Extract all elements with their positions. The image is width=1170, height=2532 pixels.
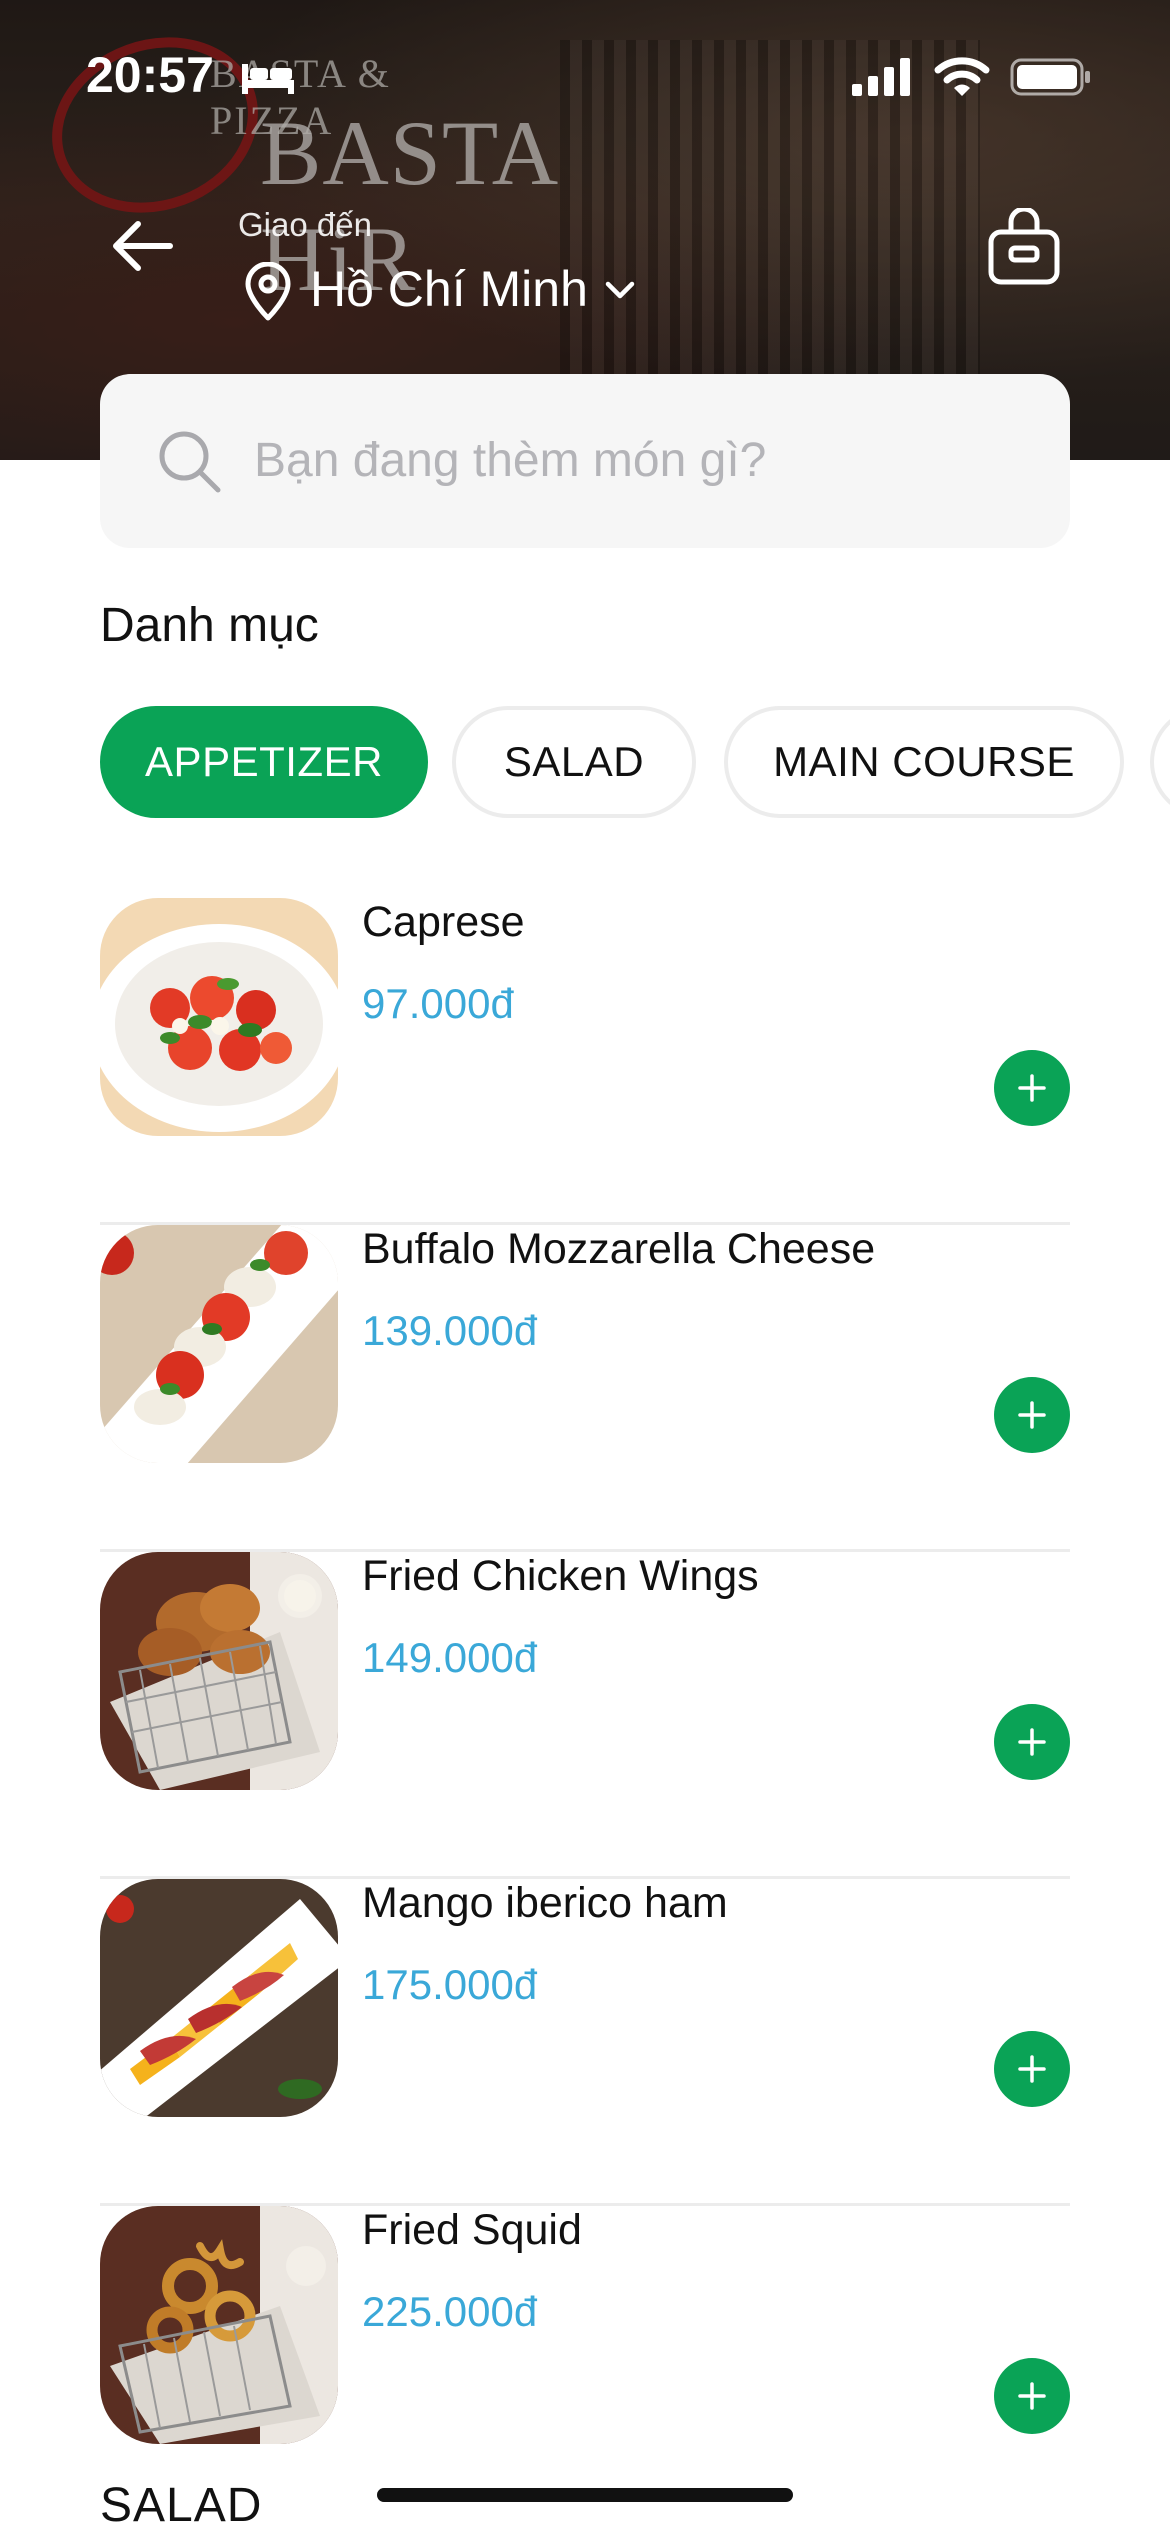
plus-icon [1018,1728,1046,1756]
search-bar[interactable] [100,374,1070,548]
add-to-cart-button[interactable] [994,1050,1070,1126]
item-price: 97.000đ [362,980,514,1027]
fried-squid-photo [100,2206,338,2444]
status-time: 20:57 [86,47,214,103]
location-pin-icon [245,262,291,321]
item-name: Buffalo Mozzarella Cheese [362,1225,876,1273]
add-to-cart-button[interactable] [994,1704,1070,1780]
add-to-cart-button[interactable] [994,2031,1070,2107]
menu-item[interactable]: Buffalo Mozzarella Cheese 139.000đ [100,1225,1070,1552]
category-title: Danh mục [100,599,319,652]
mozzarella-photo [100,1225,338,1463]
search-input[interactable] [254,410,1034,510]
battery-icon [1010,58,1090,96]
add-to-cart-button[interactable] [994,2358,1070,2434]
caprese-photo [100,898,338,1136]
location-selector[interactable]: Hồ Chí Minh [310,260,588,318]
item-name: Fried Chicken Wings [362,1552,759,1600]
add-to-cart-button[interactable] [994,1377,1070,1453]
search-icon [159,431,221,493]
item-name: Mango iberico ham [362,1879,728,1927]
chicken-wings-photo [100,1552,338,1790]
chevron-down-icon[interactable] [602,276,638,304]
category-chips: APPETIZER SALAD MAIN COURSE [100,706,1170,818]
category-chip-salad[interactable]: SALAD [452,706,696,818]
item-name: Caprese [362,898,525,946]
category-chip-appetizer[interactable]: APPETIZER [100,706,428,818]
menu-item[interactable]: Fried Squid 225.000đ [100,2206,1070,2466]
plus-icon [1018,1074,1046,1102]
section-heading-salad: SALAD [100,2479,263,2532]
item-price: 139.000đ [362,1307,538,1354]
mango-ham-photo [100,1879,338,2117]
category-chip-next[interactable] [1150,706,1170,818]
plus-icon [1018,2055,1046,2083]
menu-item[interactable]: Caprese 97.000đ [100,898,1070,1225]
back-arrow-icon[interactable] [108,216,176,276]
sleep-mode-icon [242,64,294,94]
cellular-signal-icon [852,58,910,96]
plus-icon [1018,2382,1046,2410]
wifi-icon [934,57,990,96]
menu-item[interactable]: Fried Chicken Wings 149.000đ [100,1552,1070,1879]
home-indicator[interactable] [377,2488,793,2502]
menu-item[interactable]: Mango iberico ham 175.000đ [100,1879,1070,2206]
item-price: 225.000đ [362,2288,538,2335]
deliver-to-label: Giao đến [238,206,372,243]
plus-icon [1018,1401,1046,1429]
item-price: 175.000đ [362,1961,538,2008]
shopping-bag-icon[interactable] [985,208,1063,286]
item-name: Fried Squid [362,2206,582,2254]
item-price: 149.000đ [362,1634,538,1681]
category-chip-main-course[interactable]: MAIN COURSE [724,706,1124,818]
